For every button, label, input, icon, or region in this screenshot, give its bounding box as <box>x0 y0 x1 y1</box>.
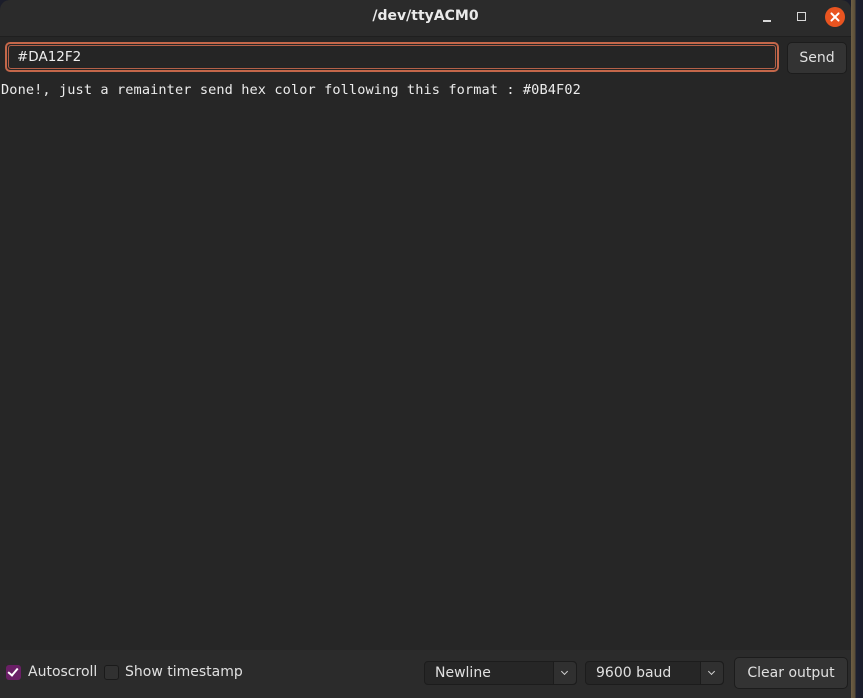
chevron-down-icon[interactable] <box>553 662 576 684</box>
send-button[interactable]: Send <box>787 42 847 74</box>
window-title: /dev/ttyACM0 <box>372 8 479 24</box>
autoscroll-label[interactable]: Autoscroll <box>28 664 97 680</box>
serial-monitor-window: /dev/ttyACM0 Send Done!, just a remainte… <box>0 0 851 698</box>
close-icon[interactable] <box>825 7 845 27</box>
autoscroll-checkbox[interactable] <box>6 665 21 680</box>
serial-output-area[interactable]: Done!, just a remainter send hex color f… <box>0 78 851 650</box>
chevron-down-icon[interactable] <box>700 662 723 684</box>
desktop-background <box>851 0 863 698</box>
show-timestamp-label[interactable]: Show timestamp <box>125 664 243 680</box>
maximize-icon[interactable] <box>791 7 811 27</box>
baud-rate-select[interactable]: 9600 baud <box>585 661 724 685</box>
message-input-container <box>5 42 779 72</box>
output-line: Done!, just a remainter send hex color f… <box>1 82 581 98</box>
baud-rate-value: 9600 baud <box>596 665 672 681</box>
clear-output-button[interactable]: Clear output <box>734 657 848 689</box>
title-bar[interactable]: /dev/ttyACM0 <box>0 0 851 37</box>
message-input-frame <box>8 45 776 69</box>
minimize-icon[interactable] <box>757 7 777 27</box>
line-ending-value: Newline <box>435 665 491 681</box>
line-ending-select[interactable]: Newline <box>424 661 577 685</box>
show-timestamp-checkbox[interactable] <box>104 665 119 680</box>
message-input[interactable] <box>9 46 775 68</box>
